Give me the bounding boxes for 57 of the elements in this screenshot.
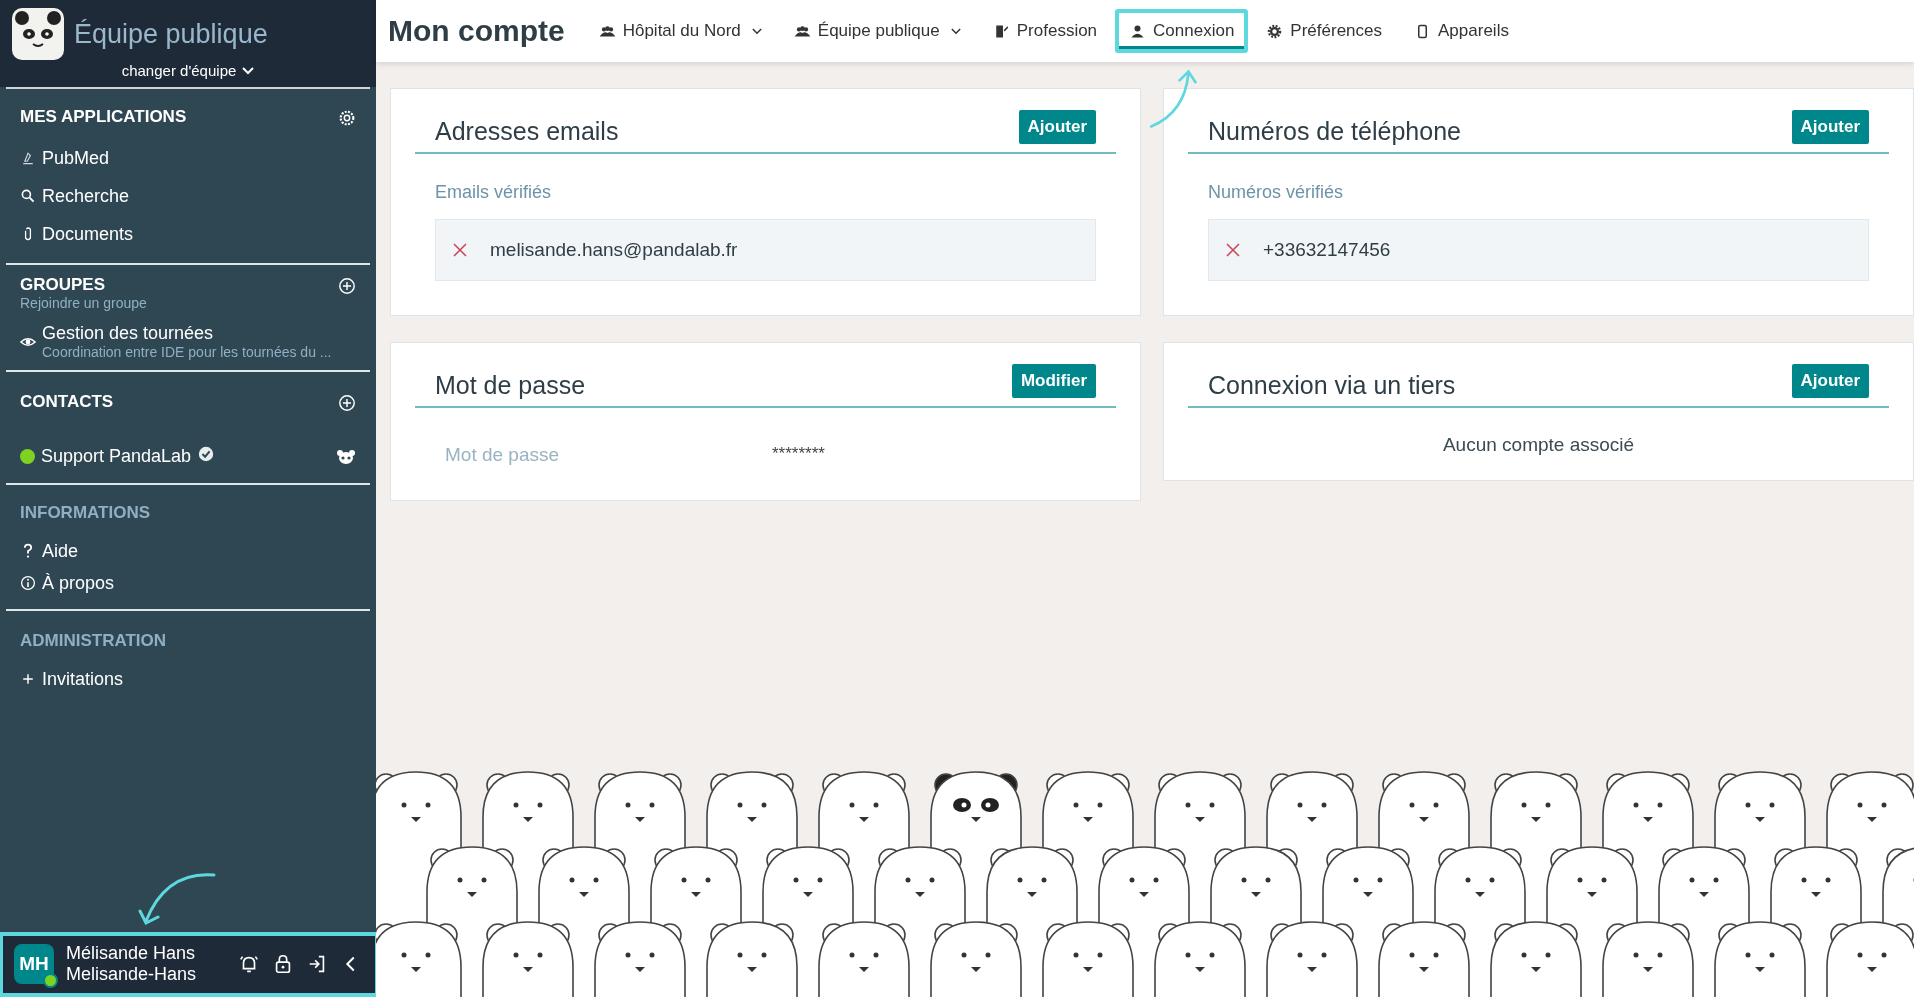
entry-value: +33632147456 <box>1263 239 1391 261</box>
sidebar-item[interactable]: Documents <box>20 215 356 253</box>
section-heading: GROUPES <box>20 275 107 295</box>
group-description: Coordination entre IDE pour les tournées du ... <box>42 344 332 360</box>
contact-name: Support PandaLab <box>41 446 192 467</box>
nav-tab[interactable]: Préférences <box>1252 9 1397 53</box>
panda-icon <box>336 448 356 465</box>
plus-icon <box>20 671 36 687</box>
sidebar-item[interactable]: Invitations <box>20 663 356 695</box>
card-title: Connexion via un tiers <box>1208 371 1456 400</box>
add-icon[interactable] <box>338 277 356 295</box>
card-title: Adresses emails <box>435 117 619 146</box>
card-action-button[interactable]: Ajouter <box>1791 109 1869 144</box>
nav-tab[interactable]: Connexion <box>1115 9 1249 53</box>
panda-logo-icon <box>12 8 64 60</box>
nav-tab[interactable]: Profession <box>978 9 1112 53</box>
add-icon[interactable] <box>338 394 356 412</box>
card-action-button[interactable]: Modifier <box>1011 363 1096 398</box>
empty-message: Aucun compte associé <box>1441 434 1636 456</box>
info-icon <box>20 575 36 591</box>
section-heading: INFORMATIONS <box>20 503 150 523</box>
group-name: Gestion des tournées <box>42 323 215 344</box>
people-icon <box>793 23 811 39</box>
delete-icon[interactable] <box>1225 242 1241 258</box>
sidebar-item[interactable]: Aide <box>20 535 356 567</box>
page-title: Mon compte <box>388 14 565 48</box>
list-label: Emails vérifiés <box>435 182 553 203</box>
change-team-dropdown[interactable]: changer d'équipe <box>121 62 255 79</box>
join-group-link[interactable]: Rejoindre un groupe <box>20 295 147 311</box>
section-heading: CONTACTS <box>20 392 114 412</box>
list-label: Numéros vérifiés <box>1208 182 1345 203</box>
settings-icon <box>1266 23 1284 39</box>
nav-tab[interactable]: Hôpital du Nord <box>584 9 776 53</box>
settings-icon[interactable] <box>338 109 356 127</box>
card-title: Numéros de téléphone <box>1208 117 1461 146</box>
card-action-button[interactable]: Ajouter <box>1791 363 1869 398</box>
password-value: ******** <box>772 444 825 465</box>
team-name: Équipe publique <box>74 18 268 50</box>
sidebar-item[interactable]: PubMed <box>20 139 356 177</box>
entry-value: melisande.hans@pandalab.fr <box>490 239 738 261</box>
people-icon <box>598 23 616 39</box>
user-handle: Melisande-Hans <box>66 964 198 986</box>
section-heading: ADMINISTRATION <box>20 631 167 651</box>
sidebar-item[interactable]: Recherche <box>20 177 356 215</box>
field-label: Mot de passe <box>445 444 561 466</box>
contact-item[interactable]: Support PandaLab <box>20 446 356 473</box>
user-name: Mélisande Hans <box>66 942 197 965</box>
chevron-down-icon <box>242 66 255 75</box>
nav-tab[interactable]: Appareils <box>1400 9 1523 53</box>
delete-icon[interactable] <box>452 242 468 258</box>
card-action-button[interactable]: Ajouter <box>1018 109 1096 144</box>
section-heading: MES APPLICATIONS <box>20 107 187 127</box>
sidebar-item[interactable]: À propos <box>20 567 356 599</box>
search-icon <box>20 188 36 204</box>
nav-tab[interactable]: Équipe publique <box>779 9 975 53</box>
card-title: Mot de passe <box>435 371 586 400</box>
group-item[interactable]: Gestion des tournées Coordination entre IDE pour les tournées du ... <box>20 323 356 360</box>
